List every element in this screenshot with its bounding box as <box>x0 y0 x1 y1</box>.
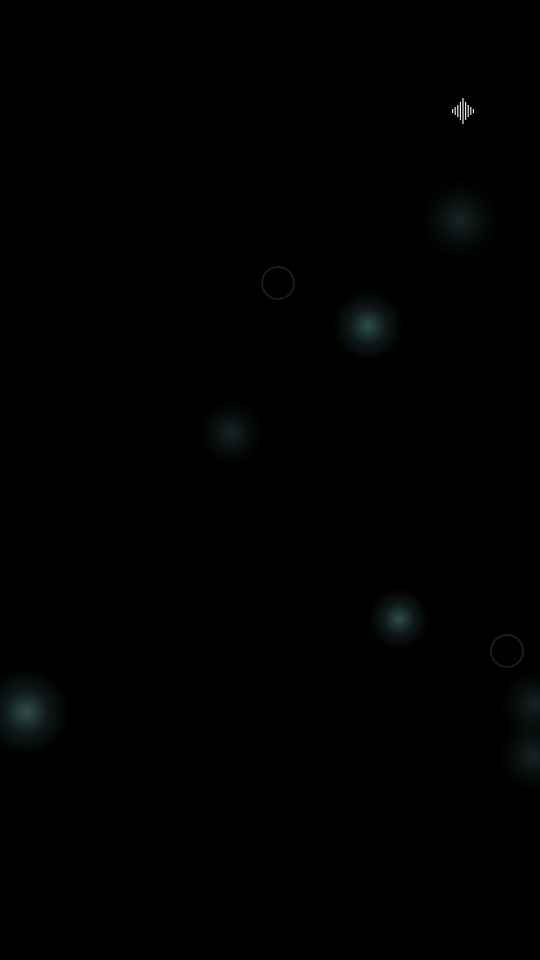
bokeh-light <box>500 670 540 740</box>
ambient-screen <box>0 0 540 960</box>
bokeh-ring <box>261 266 295 300</box>
bokeh-light <box>332 290 404 362</box>
bokeh-light <box>198 400 264 466</box>
bokeh-light <box>368 588 430 650</box>
bokeh-light <box>0 668 70 756</box>
bokeh-ring <box>490 634 524 668</box>
bokeh-light <box>420 180 500 260</box>
bokeh-light <box>498 720 540 792</box>
waveform-icon[interactable] <box>450 97 476 125</box>
waveform-icon-graphic <box>451 98 474 124</box>
